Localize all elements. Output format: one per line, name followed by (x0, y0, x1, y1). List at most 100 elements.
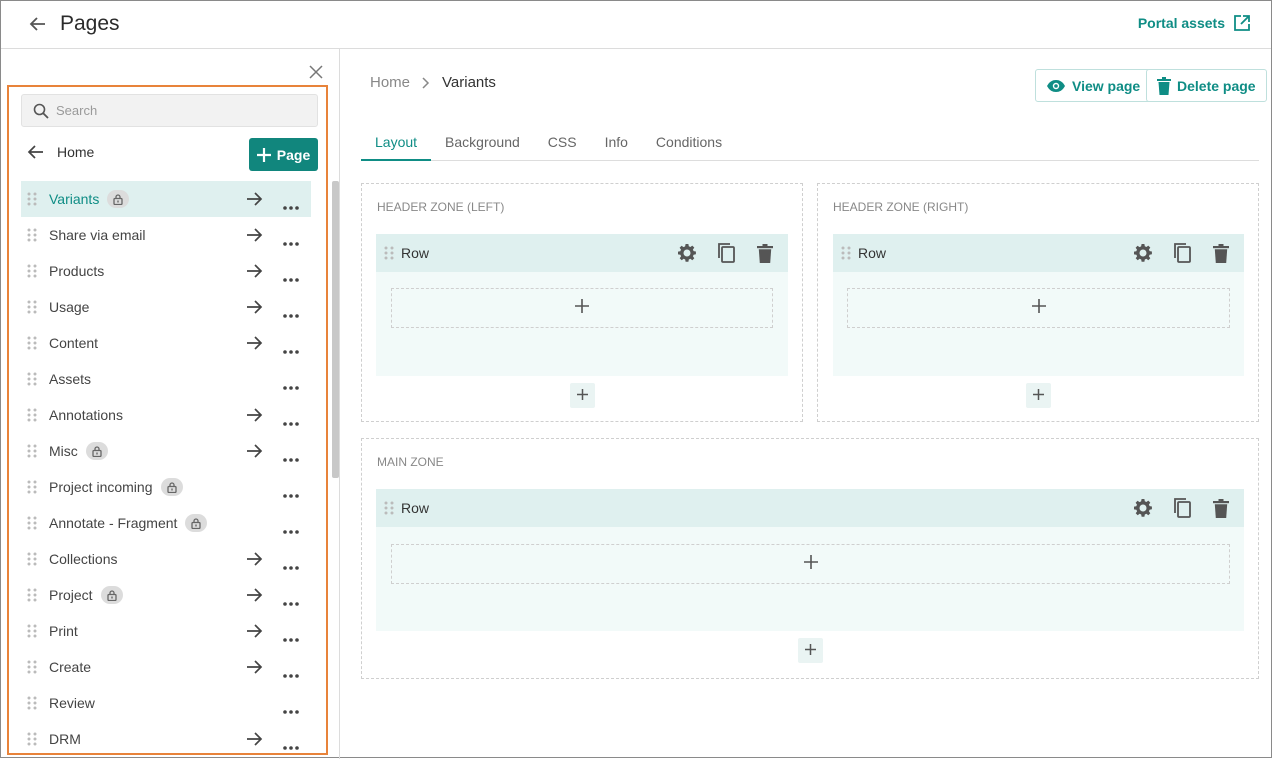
gear-icon[interactable] (1132, 497, 1154, 519)
add-column-button[interactable] (391, 544, 1230, 584)
portal-assets-link[interactable]: Portal assets (1138, 14, 1251, 32)
search-input[interactable] (56, 95, 306, 126)
page-item[interactable]: Project (21, 577, 311, 613)
page-item-text: Project incoming (49, 479, 153, 495)
page-item[interactable]: Usage (21, 289, 311, 325)
more-options-icon[interactable] (283, 197, 299, 215)
drag-handle-icon[interactable] (27, 516, 37, 535)
drag-handle-icon[interactable] (27, 444, 37, 463)
page-item[interactable]: Create (21, 649, 311, 685)
add-column-button[interactable] (391, 288, 773, 328)
more-options-icon[interactable] (283, 269, 299, 287)
drag-handle-icon[interactable] (384, 501, 394, 520)
home-nav[interactable]: Home (27, 144, 94, 160)
add-row-button[interactable] (1026, 383, 1051, 408)
more-options-icon[interactable] (283, 413, 299, 431)
trash-icon[interactable] (1210, 242, 1232, 264)
more-options-icon[interactable] (283, 305, 299, 323)
page-item[interactable]: Annotations (21, 397, 311, 433)
copy-icon[interactable] (1171, 242, 1193, 264)
drag-handle-icon[interactable] (27, 588, 37, 607)
drag-handle-icon[interactable] (384, 246, 394, 265)
arrow-right-icon[interactable] (246, 443, 263, 464)
arrow-right-icon[interactable] (246, 299, 263, 320)
back-arrow-icon[interactable] (28, 14, 48, 34)
more-options-icon[interactable] (283, 665, 299, 683)
page-item[interactable]: Misc (21, 433, 311, 469)
gear-icon[interactable] (1132, 242, 1154, 264)
page-item[interactable]: Variants (21, 181, 311, 217)
drag-handle-icon[interactable] (27, 732, 37, 751)
add-column-button[interactable] (847, 288, 1230, 328)
drag-handle-icon[interactable] (27, 552, 37, 571)
drag-handle-icon[interactable] (841, 246, 851, 265)
more-options-icon[interactable] (283, 521, 299, 539)
arrow-right-icon[interactable] (246, 551, 263, 572)
drag-handle-icon[interactable] (27, 624, 37, 643)
copy-icon[interactable] (715, 242, 737, 264)
page-item[interactable]: Print (21, 613, 311, 649)
more-options-icon[interactable] (283, 593, 299, 611)
tab-layout[interactable]: Layout (361, 124, 432, 161)
arrow-right-icon[interactable] (246, 587, 263, 608)
arrow-right-icon[interactable] (246, 263, 263, 284)
drag-handle-icon[interactable] (27, 336, 37, 355)
tab-background[interactable]: Background (431, 124, 534, 161)
drag-handle-icon[interactable] (27, 300, 37, 319)
arrow-right-icon[interactable] (246, 623, 263, 644)
copy-icon[interactable] (1171, 497, 1193, 519)
gear-icon[interactable] (676, 242, 698, 264)
arrow-right-icon[interactable] (246, 659, 263, 680)
tab-css[interactable]: CSS (534, 124, 591, 161)
plus-icon (1033, 387, 1044, 405)
more-options-icon[interactable] (283, 557, 299, 575)
view-page-button[interactable]: View page (1035, 69, 1152, 102)
more-options-icon[interactable] (283, 233, 299, 251)
trash-icon[interactable] (1210, 497, 1232, 519)
more-options-icon[interactable] (283, 485, 299, 503)
page-item[interactable]: Share via email (21, 217, 311, 253)
row-header: Row (376, 489, 1244, 527)
page-item[interactable]: Content (21, 325, 311, 361)
delete-page-button[interactable]: Delete page (1146, 69, 1267, 102)
more-options-icon[interactable] (283, 629, 299, 647)
arrow-right-icon[interactable] (246, 731, 263, 752)
drag-handle-icon[interactable] (27, 408, 37, 427)
drag-handle-icon[interactable] (27, 696, 37, 715)
scrollbar[interactable] (332, 181, 339, 478)
arrow-right-icon[interactable] (246, 407, 263, 428)
more-options-icon[interactable] (283, 341, 299, 359)
arrow-right-icon[interactable] (246, 227, 263, 248)
drag-handle-icon[interactable] (27, 480, 37, 499)
page-item[interactable]: Project incoming (21, 469, 311, 505)
tab-info[interactable]: Info (591, 124, 642, 161)
add-row-button[interactable] (570, 383, 595, 408)
more-options-icon[interactable] (283, 377, 299, 395)
drag-handle-icon[interactable] (27, 192, 37, 211)
page-item[interactable]: Annotate - Fragment (21, 505, 311, 541)
arrow-right-icon[interactable] (246, 191, 263, 212)
page-item[interactable]: DRM (21, 721, 311, 757)
more-options-icon[interactable] (283, 701, 299, 719)
page-item[interactable]: Assets (21, 361, 311, 397)
more-options-icon[interactable] (283, 449, 299, 467)
arrow-right-icon[interactable] (246, 335, 263, 356)
page-item-text: Print (49, 623, 78, 639)
page-item-text: Project (49, 587, 93, 603)
breadcrumb-home[interactable]: Home (370, 74, 410, 91)
drag-handle-icon[interactable] (27, 660, 37, 679)
drag-handle-icon[interactable] (27, 372, 37, 391)
add-row-button[interactable] (798, 638, 823, 663)
add-page-button[interactable]: Page (249, 138, 318, 171)
page-item[interactable]: Review (21, 685, 311, 721)
drag-handle-icon[interactable] (27, 264, 37, 283)
row-actions (676, 242, 776, 264)
trash-icon[interactable] (754, 242, 776, 264)
page-item[interactable]: Collections (21, 541, 311, 577)
eye-icon (1047, 79, 1065, 92)
drag-handle-icon[interactable] (27, 228, 37, 247)
more-options-icon[interactable] (283, 737, 299, 755)
page-item[interactable]: Products (21, 253, 311, 289)
close-icon[interactable] (308, 64, 324, 80)
tab-conditions[interactable]: Conditions (642, 124, 736, 161)
